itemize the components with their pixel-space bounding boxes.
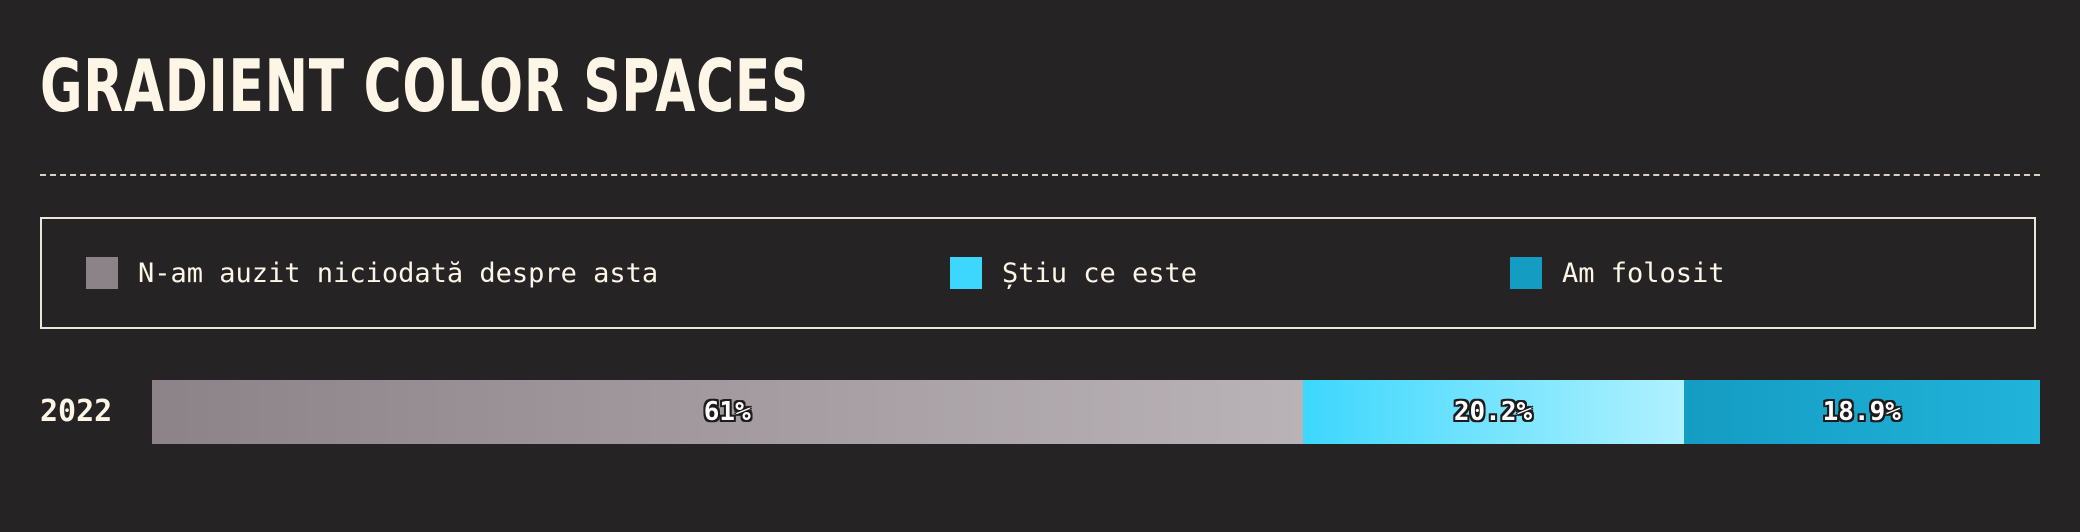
bar-segment-never-heard: 61% (152, 380, 1303, 444)
stacked-bar-2022: 61% 20.2% 18.9% (152, 380, 2040, 444)
data-label-know-it: 20.2% (1453, 397, 1533, 427)
data-label-used-it: 18.9% (1822, 397, 1901, 427)
legend-swatch-never-heard (86, 257, 118, 289)
chart-title: GRADIENT COLOR SPACES (40, 44, 810, 128)
bar-segment-used-it: 18.9% (1683, 380, 2040, 444)
legend: N-am auzit niciodată despre asta Știu ce… (40, 217, 2036, 329)
legend-item-never-heard: N-am auzit niciodată despre asta (86, 219, 658, 327)
legend-swatch-used-it (1510, 257, 1542, 289)
legend-label-know-it: Știu ce este (1002, 257, 1198, 289)
bar-segment-know-it: 20.2% (1302, 380, 1684, 444)
legend-label-used-it: Am folosit (1562, 257, 1725, 289)
legend-label-never-heard: N-am auzit niciodată despre asta (138, 257, 659, 289)
legend-item-used-it: Am folosit (1510, 219, 1725, 327)
title-divider (40, 174, 2040, 176)
legend-item-know-it: Știu ce este (950, 219, 1197, 327)
legend-swatch-know-it (950, 257, 982, 289)
data-label-never-heard: 61% (703, 397, 751, 427)
category-label-2022: 2022 (40, 394, 113, 429)
